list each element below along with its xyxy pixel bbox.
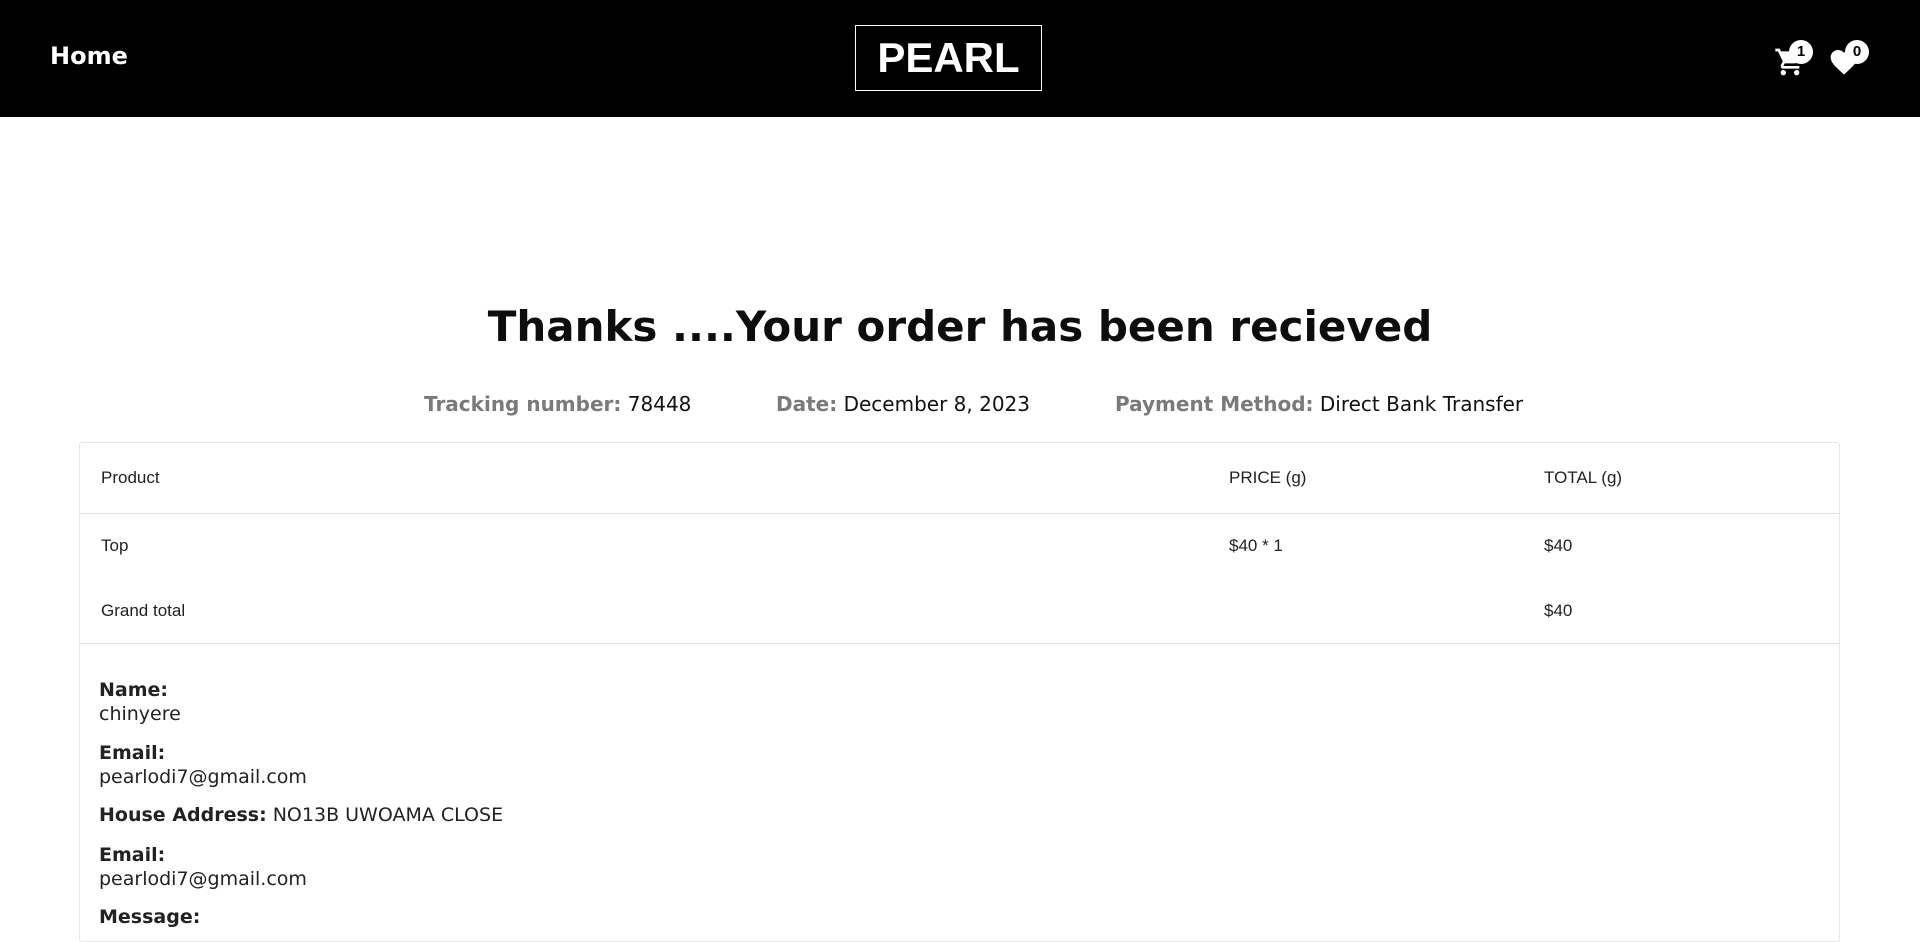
address-label: House Address: (99, 804, 267, 826)
address-value: NO13B UWOAMA CLOSE (272, 804, 504, 826)
date-value: December 8, 2023 (843, 392, 1030, 416)
wishlist-count-badge: 0 (1845, 40, 1869, 64)
table-header-price: PRICE (g) (1229, 468, 1307, 487)
payment-label: Payment Method: (1115, 392, 1314, 416)
order-summary-card: Product PRICE (g) TOTAL (g) Top $40 * 1 … (79, 442, 1840, 942)
divider (80, 643, 1839, 644)
customer-name: Name: chinyere (99, 678, 181, 726)
payment-method: Payment Method: Direct Bank Transfer (1115, 392, 1523, 416)
table-header-total: TOTAL (g) (1544, 468, 1623, 487)
name-value: chinyere (99, 703, 181, 725)
customer-email-secondary: Email: pearlodi7@gmail.com (99, 843, 307, 891)
row-total: $40 (1544, 536, 1573, 555)
message-label: Message: (99, 906, 201, 928)
row-price: $40 * 1 (1229, 536, 1283, 555)
date-label: Date: (776, 392, 838, 416)
order-confirmation-title: Thanks ....Your order has been recieved (487, 302, 1433, 351)
logo[interactable]: PEARL (855, 25, 1042, 91)
cart-count-badge: 1 (1789, 40, 1813, 64)
tracking-number: Tracking number: 78448 (424, 392, 691, 416)
customer-message: Message: (99, 905, 200, 929)
customer-email: Email: pearlodi7@gmail.com (99, 741, 307, 789)
home-link[interactable]: Home (50, 42, 128, 70)
divider (80, 513, 1839, 514)
email2-value: pearlodi7@gmail.com (99, 868, 307, 890)
grand-total-label: Grand total (101, 601, 186, 620)
tracking-label: Tracking number: (424, 392, 622, 416)
email2-label: Email: (99, 844, 166, 866)
top-navbar: Home PEARL 1 0 (0, 0, 1920, 117)
customer-address: House Address: NO13B UWOAMA CLOSE (99, 803, 503, 827)
name-label: Name: (99, 679, 169, 701)
table-header-product: Product (101, 468, 160, 487)
grand-total-value: $40 (1544, 601, 1573, 620)
order-date: Date: December 8, 2023 (776, 392, 1030, 416)
tracking-value: 78448 (627, 392, 692, 416)
email-value: pearlodi7@gmail.com (99, 766, 307, 788)
payment-value: Direct Bank Transfer (1319, 392, 1524, 416)
email-label: Email: (99, 742, 166, 764)
row-product: Top (101, 536, 129, 555)
